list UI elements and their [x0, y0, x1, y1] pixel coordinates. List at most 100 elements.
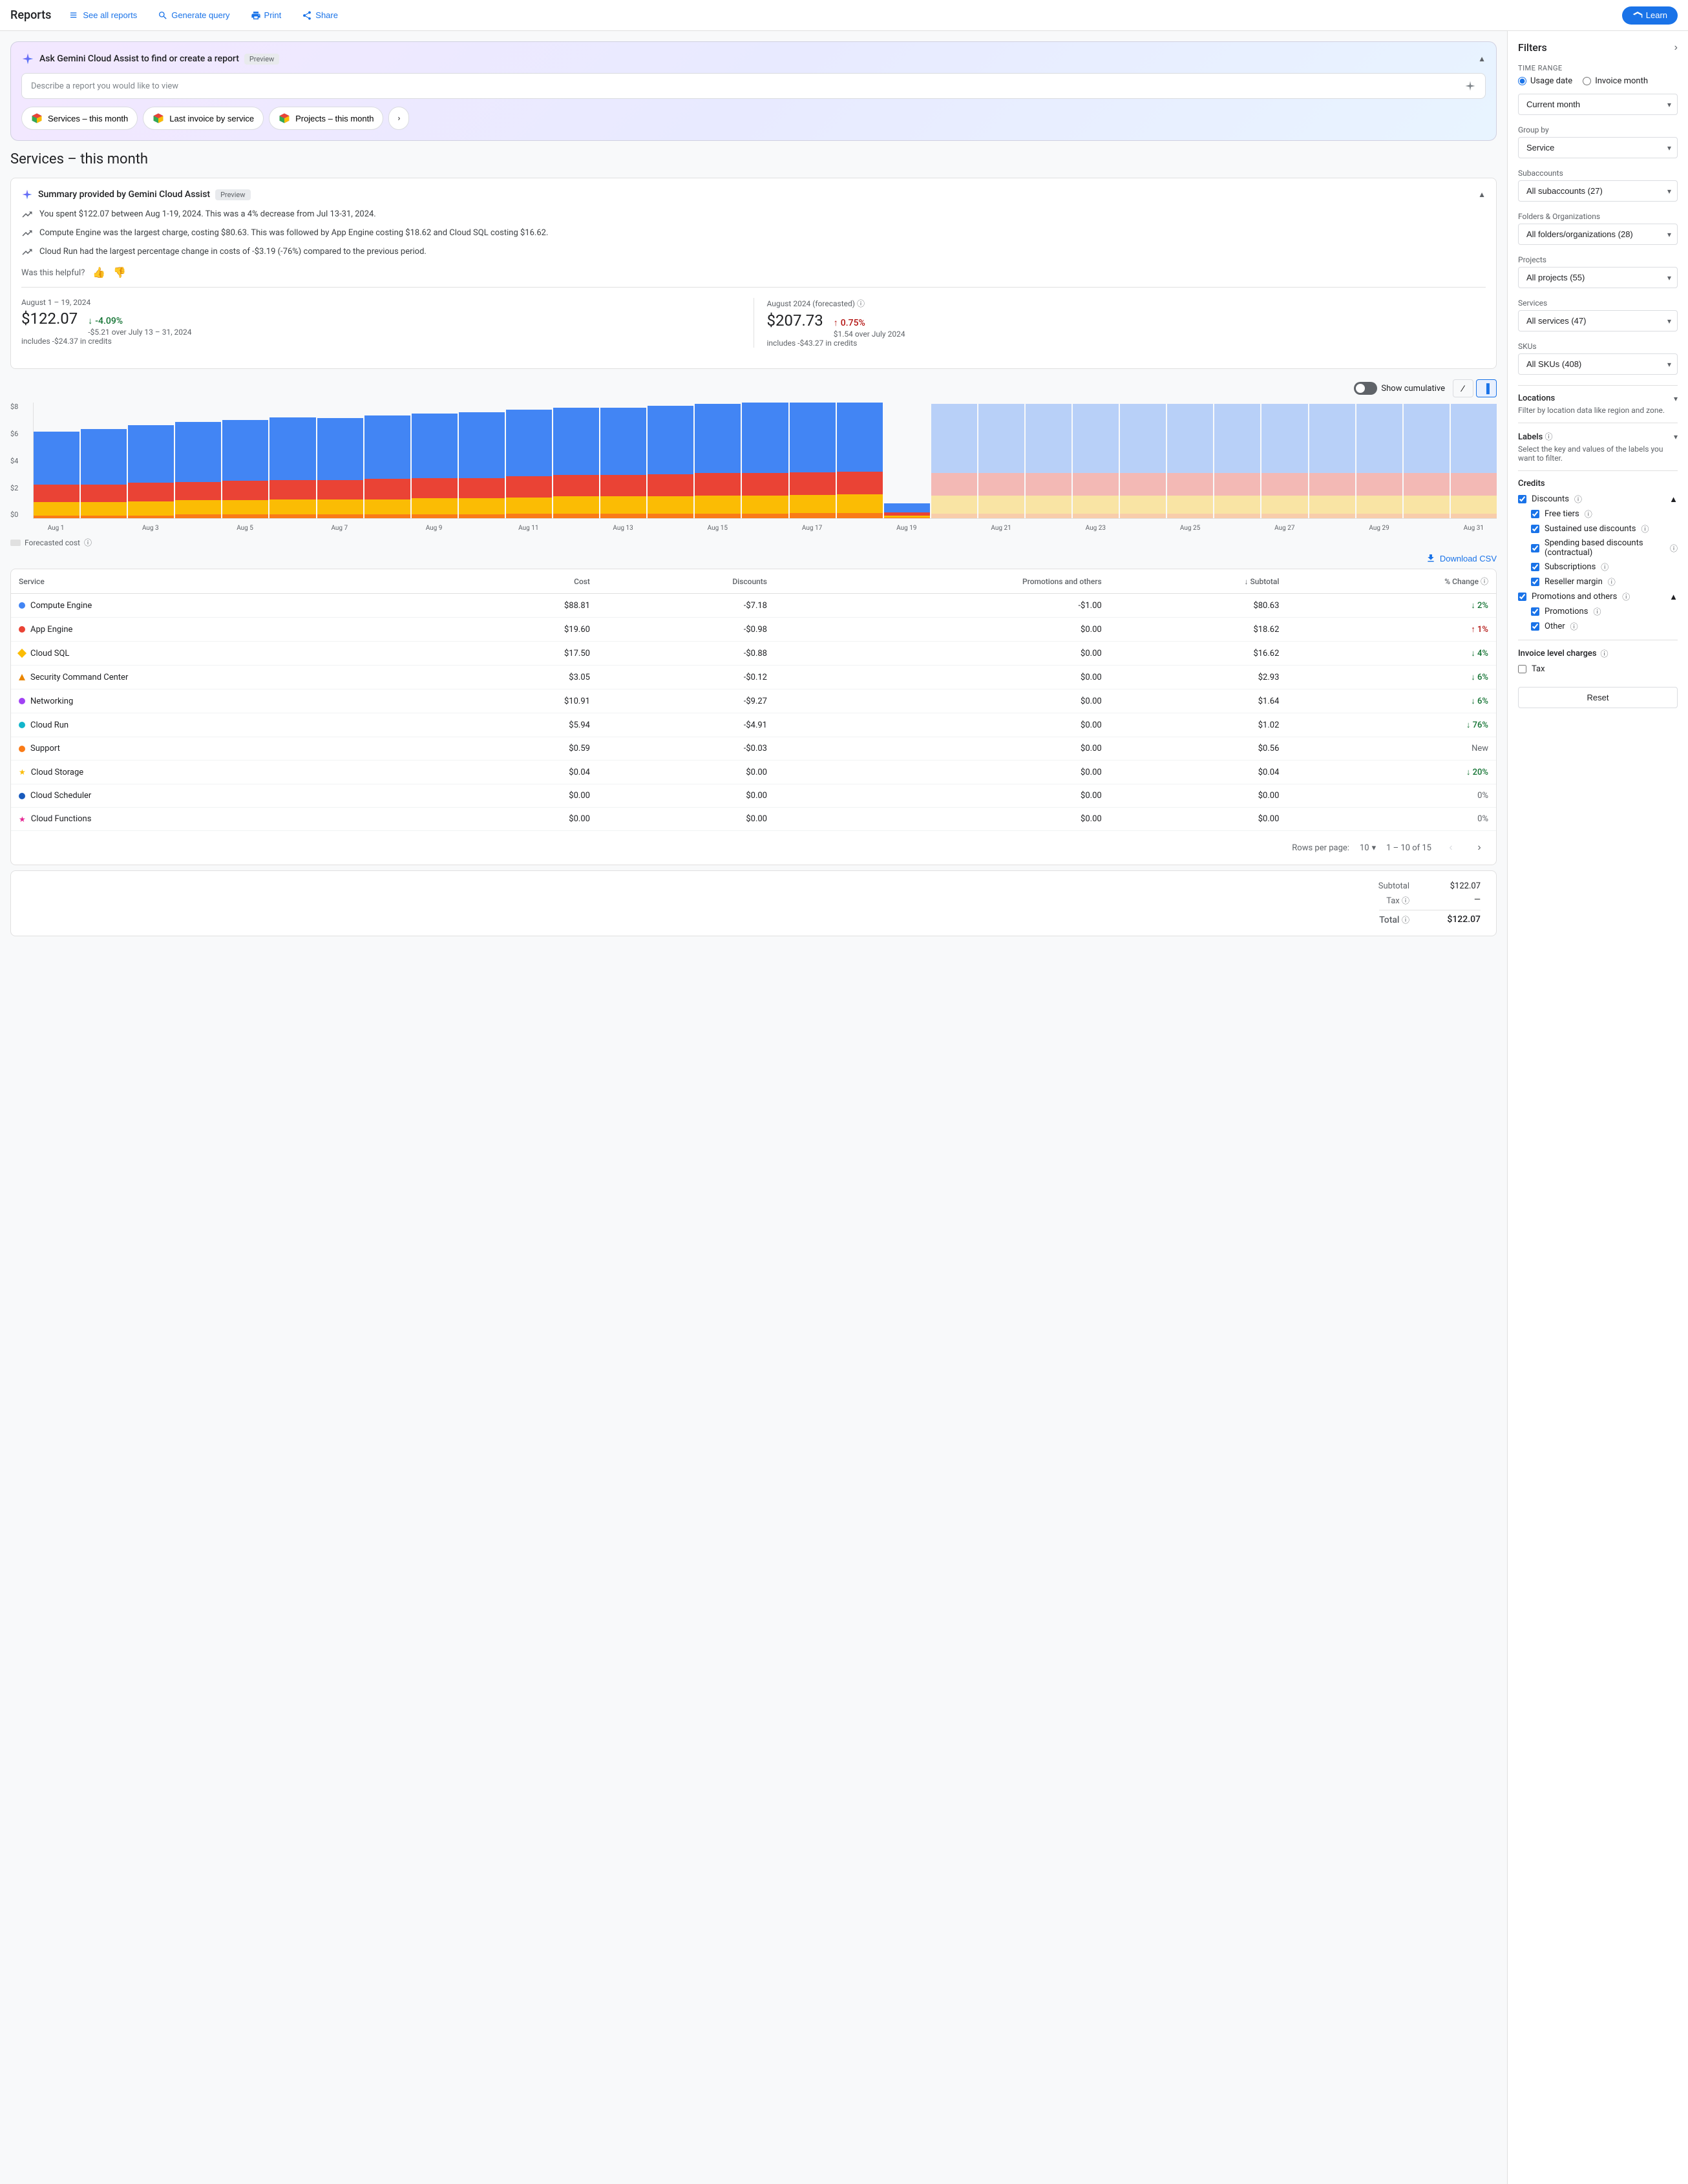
invoice-charges-help[interactable]: ⓘ [1601, 648, 1609, 659]
promotions-help[interactable]: ⓘ [1593, 606, 1601, 617]
labels-collapse-button[interactable]: ▾ [1674, 432, 1678, 441]
spending-based-help[interactable]: ⓘ [1670, 543, 1678, 554]
chart-x-label [174, 525, 220, 532]
free-tiers-checkbox[interactable]: Free tiers ⓘ [1531, 509, 1678, 520]
download-csv-button[interactable]: Download CSV [1426, 553, 1497, 563]
trend-icon-2 [21, 227, 33, 239]
service-icon [19, 698, 25, 704]
labels-help-icon[interactable]: ⓘ [1545, 432, 1553, 441]
td-promotions: $0.00 [775, 618, 1110, 642]
subscriptions-help[interactable]: ⓘ [1601, 562, 1609, 572]
invoice-month-option[interactable]: Invoice month [1583, 76, 1648, 86]
th-subtotal[interactable]: ↓ Subtotal [1110, 569, 1287, 594]
current-period: August 1 – 19, 2024 [21, 298, 741, 307]
subaccounts-select[interactable]: All subaccounts (27) [1518, 180, 1678, 202]
quick-report-last-invoice[interactable]: Last invoice by service [143, 107, 264, 130]
projects-select[interactable]: All projects (55) [1518, 267, 1678, 288]
free-tiers-help[interactable]: ⓘ [1585, 509, 1592, 520]
discounts-checkbox[interactable]: Discounts ⓘ ▲ [1518, 494, 1678, 505]
promotions-others-help[interactable]: ⓘ [1622, 591, 1630, 602]
rows-per-page-select[interactable]: 10 ▾ [1360, 843, 1376, 853]
td-service: Networking [11, 689, 452, 713]
usage-date-radio[interactable] [1518, 77, 1526, 85]
td-subtotal: $0.04 [1110, 761, 1287, 784]
group-by-select[interactable]: Service [1518, 137, 1678, 158]
current-month-wrapper: Current month [1518, 94, 1678, 115]
skus-select[interactable]: All SKUs (408) [1518, 353, 1678, 375]
service-icon [17, 649, 26, 658]
other-help[interactable]: ⓘ [1570, 621, 1578, 632]
forecast-help-icon[interactable]: ⓘ [857, 299, 865, 308]
line-chart-button[interactable]: ⁄ [1453, 379, 1473, 397]
next-page-button[interactable]: › [1470, 839, 1488, 857]
reset-button[interactable]: Reset [1518, 687, 1678, 708]
promotions-others-input[interactable] [1518, 593, 1526, 601]
free-tiers-input[interactable] [1531, 510, 1539, 518]
tax-checkbox[interactable]: Tax [1518, 664, 1678, 674]
learn-button[interactable]: Learn [1622, 6, 1678, 25]
show-cumulative-toggle[interactable]: Show cumulative [1354, 382, 1445, 395]
subaccounts-wrapper: All subaccounts (27) [1518, 180, 1678, 202]
td-subtotal: $16.62 [1110, 642, 1287, 666]
other-checkbox[interactable]: Other ⓘ [1531, 621, 1678, 632]
reseller-margin-input[interactable] [1531, 578, 1539, 586]
gemini-input-container[interactable]: Describe a report you would like to view [21, 73, 1486, 99]
reseller-margin-help[interactable]: ⓘ [1608, 576, 1616, 587]
usage-date-option[interactable]: Usage date [1518, 76, 1572, 86]
spending-based-input[interactable] [1531, 544, 1539, 552]
change-help-icon[interactable]: ⓘ [1481, 577, 1488, 586]
sustained-use-checkbox[interactable]: Sustained use discounts ⓘ [1531, 523, 1678, 534]
summary-collapse-button[interactable]: ▲ [1478, 190, 1486, 199]
projects-icon [279, 112, 290, 124]
thumbs-down-button[interactable]: 👎 [113, 266, 126, 279]
td-subtotal: $0.00 [1110, 784, 1287, 808]
tax-input[interactable] [1518, 665, 1526, 673]
quick-report-projects[interactable]: Projects – this month [269, 107, 383, 130]
table-header: Service Cost Discounts Promotions and ot… [11, 569, 1496, 594]
discounts-help[interactable]: ⓘ [1574, 494, 1582, 505]
invoice-month-radio[interactable] [1583, 77, 1591, 85]
locations-collapse-button[interactable]: ▾ [1674, 394, 1678, 403]
change-value: ↓ 20% [1466, 768, 1488, 777]
reseller-margin-checkbox[interactable]: Reseller margin ⓘ [1531, 576, 1678, 587]
filters-expand-button[interactable]: › [1674, 42, 1678, 54]
folders-orgs-select[interactable]: All folders/organizations (28) [1518, 224, 1678, 245]
td-promotions: $0.00 [775, 642, 1110, 666]
discounts-collapse[interactable]: ▲ [1669, 494, 1678, 505]
sustained-use-input[interactable] [1531, 525, 1539, 533]
generate-query-button[interactable]: Generate query [150, 6, 237, 25]
chart-x-label [269, 525, 315, 532]
services-select[interactable]: All services (47) [1518, 310, 1678, 331]
forecasted-legend-help[interactable]: ⓘ [84, 537, 92, 548]
gemini-collapse-button[interactable]: ▲ [1478, 54, 1486, 63]
discounts-input[interactable] [1518, 495, 1526, 503]
tax-help-icon[interactable]: ⓘ [1402, 896, 1409, 905]
invoice-level-charges: Invoice level charges ⓘ Tax [1518, 648, 1678, 674]
chart-x-label: Aug 15 [695, 525, 741, 532]
print-button[interactable]: Print [243, 6, 290, 25]
prev-page-button[interactable]: ‹ [1442, 839, 1460, 857]
quick-report-services[interactable]: Services – this month [21, 107, 138, 130]
promotions-input[interactable] [1531, 607, 1539, 616]
see-all-reports-button[interactable]: See all reports [61, 6, 145, 25]
chart-x-label [648, 525, 693, 532]
bar-chart-button[interactable]: ▐ [1476, 379, 1497, 397]
th-subtotal-sort: ↓ [1245, 577, 1250, 586]
subscriptions-checkbox[interactable]: Subscriptions ⓘ [1531, 562, 1678, 572]
thumbs-up-button[interactable]: 👍 [92, 266, 105, 279]
spending-based-checkbox[interactable]: Spending based discounts (contractual) ⓘ [1531, 538, 1678, 558]
subscriptions-input[interactable] [1531, 563, 1539, 571]
current-month-select[interactable]: Current month [1518, 94, 1678, 115]
sustained-use-help[interactable]: ⓘ [1641, 523, 1649, 534]
total-help-icon[interactable]: ⓘ [1402, 916, 1409, 925]
promotions-others-checkbox[interactable]: Promotions and others ⓘ ▲ [1518, 591, 1678, 602]
share-button[interactable]: Share [294, 6, 346, 25]
other-input[interactable] [1531, 622, 1539, 631]
summary-gemini-icon [21, 189, 33, 200]
chart-bar-group [1120, 403, 1166, 518]
promotions-others-collapse[interactable]: ▲ [1669, 592, 1678, 602]
td-cost: $88.81 [452, 594, 598, 618]
chart-x-label [1214, 525, 1260, 532]
promotions-checkbox[interactable]: Promotions ⓘ [1531, 606, 1678, 617]
scroll-right-button[interactable]: › [388, 107, 409, 130]
